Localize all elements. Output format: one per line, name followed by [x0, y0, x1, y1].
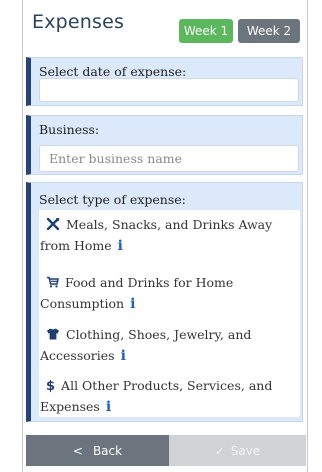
business-section: Business:: [26, 115, 303, 175]
expense-type-section: Select type of expense: Meals, Snacks, a…: [26, 182, 303, 422]
date-input[interactable]: [39, 78, 299, 102]
info-icon[interactable]: i: [121, 346, 126, 366]
expense-option-label: All Other Products, Services, and Expens…: [40, 378, 273, 414]
page-title: Expenses: [32, 11, 125, 33]
expense-option-food-home[interactable]: Food and Drinks for Home Consumption i: [39, 273, 300, 314]
back-button[interactable]: < Back: [26, 435, 169, 466]
chevron-left-icon: <: [72, 443, 83, 458]
date-section: Select date of expense:: [26, 57, 303, 106]
expense-option-label: Food and Drinks for Home Consumption: [40, 275, 234, 311]
week-2-button[interactable]: Week 2: [238, 19, 300, 43]
header: Expenses Week 1 Week 2: [23, 0, 307, 50]
dollar-icon: $: [46, 379, 56, 394]
footer-nav: < Back ✓ Save: [26, 435, 306, 466]
expenses-panel: Expenses Week 1 Week 2 Select date of ex…: [22, 0, 308, 472]
expense-option-label: Clothing, Shoes, Jewelry, and Accessorie…: [40, 327, 252, 363]
expense-option-other[interactable]: $ All Other Products, Services, and Expen…: [39, 376, 300, 417]
business-label: Business:: [39, 122, 100, 137]
back-label: Back: [92, 443, 123, 458]
expense-option-meals[interactable]: Meals, Snacks, and Drinks Away from Home…: [39, 215, 300, 256]
expense-type-label: Select type of expense:: [39, 192, 186, 207]
shopping-cart-icon: [46, 274, 59, 294]
info-icon[interactable]: i: [130, 294, 135, 314]
check-icon: ✓: [214, 443, 225, 458]
week-1-button[interactable]: Week 1: [179, 19, 233, 43]
utensils-icon: [46, 216, 60, 236]
save-label: Save: [230, 443, 261, 458]
save-button[interactable]: ✓ Save: [169, 435, 306, 466]
info-icon[interactable]: i: [118, 236, 123, 256]
info-icon[interactable]: i: [106, 397, 111, 417]
expense-type-options: Meals, Snacks, and Drinks Away from Home…: [39, 210, 300, 417]
expense-option-label: Meals, Snacks, and Drinks Away from Home: [40, 217, 273, 253]
business-name-input[interactable]: [39, 145, 299, 172]
date-label: Select date of expense:: [39, 64, 187, 79]
expense-option-clothing[interactable]: Clothing, Shoes, Jewelry, and Accessorie…: [39, 325, 300, 366]
tshirt-icon: [46, 326, 60, 346]
